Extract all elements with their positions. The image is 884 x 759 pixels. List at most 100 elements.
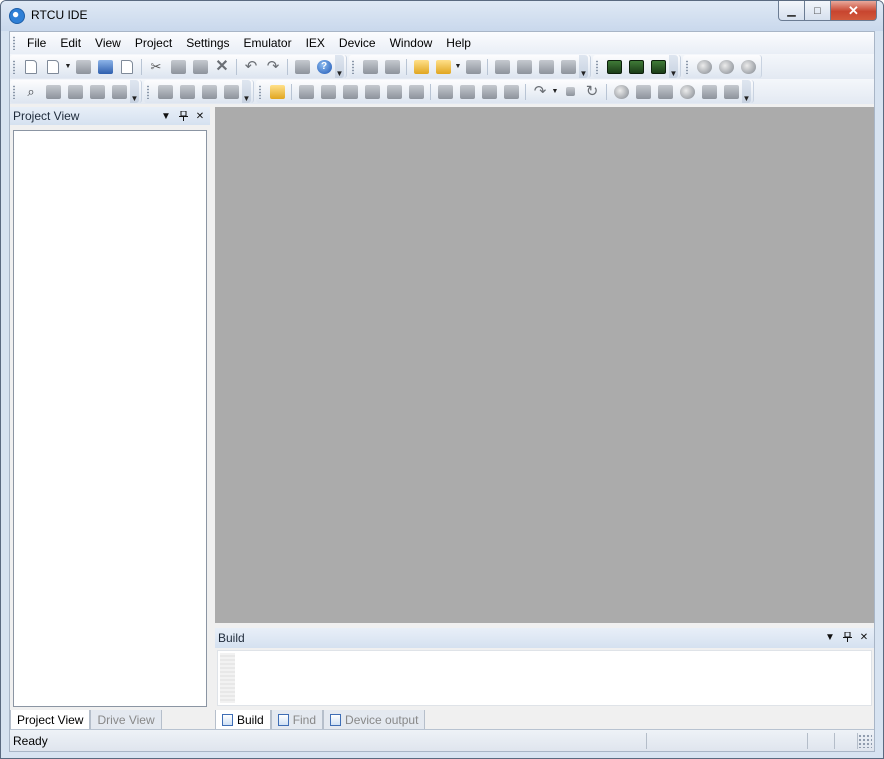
- tab-project-view[interactable]: Project View: [10, 710, 91, 731]
- cut-button[interactable]: ✂: [145, 57, 167, 77]
- toolbar-overflow-icon[interactable]: ▼: [669, 55, 678, 78]
- timer-button[interactable]: [693, 57, 715, 77]
- toolbar-overflow-icon[interactable]: ▼: [579, 55, 588, 78]
- find-in-files-button[interactable]: [86, 82, 108, 102]
- chevron-down-icon[interactable]: ▼: [64, 63, 72, 70]
- pin-icon[interactable]: [839, 629, 855, 645]
- register-button[interactable]: [339, 82, 361, 102]
- storage-button[interactable]: [654, 82, 676, 102]
- clock-button[interactable]: [610, 82, 632, 102]
- close-pane-icon[interactable]: ✕: [856, 629, 872, 645]
- save-button[interactable]: [72, 57, 94, 77]
- pane-menu-icon[interactable]: ▼: [822, 629, 838, 645]
- timer-settings-button[interactable]: [737, 57, 759, 77]
- bookmark-next-button[interactable]: [176, 82, 198, 102]
- tab-drive-view[interactable]: Drive View: [90, 710, 162, 730]
- menu-help[interactable]: Help: [439, 34, 478, 52]
- undo-button[interactable]: ↶: [240, 57, 262, 77]
- open-project-button[interactable]: [432, 57, 454, 77]
- build-output[interactable]: [217, 650, 872, 706]
- toolbar-grip-icon[interactable]: [685, 59, 689, 74]
- paste-button[interactable]: [189, 57, 211, 77]
- find-button[interactable]: ⌕: [20, 82, 42, 102]
- toolbar-overflow-icon[interactable]: ▼: [130, 80, 139, 103]
- close-button[interactable]: ✕: [831, 1, 877, 21]
- connect-button[interactable]: [513, 57, 535, 77]
- device-green-button[interactable]: [647, 57, 669, 77]
- io-button[interactable]: [500, 82, 522, 102]
- toolbar-overflow-icon[interactable]: ▼: [242, 80, 251, 103]
- toolbar-grip-icon[interactable]: [12, 84, 16, 99]
- variables-button[interactable]: [361, 82, 383, 102]
- open-external-button[interactable]: [116, 57, 138, 77]
- table-button[interactable]: [295, 82, 317, 102]
- stop-button[interactable]: [559, 82, 581, 102]
- step-button[interactable]: ↷: [529, 82, 551, 102]
- menu-file[interactable]: File: [20, 34, 53, 52]
- replace-button[interactable]: [108, 82, 130, 102]
- transfer-button[interactable]: [491, 57, 513, 77]
- print-button[interactable]: [291, 57, 313, 77]
- mail-button[interactable]: [535, 57, 557, 77]
- toolbar-grip-icon[interactable]: [146, 84, 150, 99]
- list-button[interactable]: [383, 82, 405, 102]
- sound-button[interactable]: [698, 82, 720, 102]
- help-button[interactable]: ?: [313, 57, 335, 77]
- menu-device[interactable]: Device: [332, 34, 383, 52]
- tab-find[interactable]: Find: [270, 710, 324, 730]
- tree-button[interactable]: [478, 82, 500, 102]
- toolbar-grip-icon[interactable]: [351, 59, 355, 74]
- lock-button[interactable]: [632, 82, 654, 102]
- toolbar-overflow-icon[interactable]: ▼: [742, 80, 751, 103]
- maximize-button[interactable]: □: [805, 1, 831, 21]
- tab-device-output[interactable]: Device output: [323, 710, 426, 730]
- copy-button[interactable]: [167, 57, 189, 77]
- menu-emulator[interactable]: Emulator: [237, 34, 299, 52]
- message-button[interactable]: [405, 82, 427, 102]
- toolbar-grip-icon[interactable]: [12, 59, 16, 74]
- project-tree[interactable]: [13, 130, 207, 707]
- save-all-button[interactable]: [94, 57, 116, 77]
- chevron-down-icon[interactable]: ▼: [551, 88, 559, 95]
- toolbar-grip-icon[interactable]: [258, 84, 262, 99]
- close-pane-icon[interactable]: ✕: [192, 108, 208, 124]
- rebuild-button[interactable]: [381, 57, 403, 77]
- pane-menu-icon[interactable]: ▼: [158, 108, 174, 124]
- bookmark-prev-button[interactable]: [198, 82, 220, 102]
- resize-grip-icon[interactable]: [858, 733, 872, 748]
- menu-project[interactable]: Project: [128, 34, 179, 52]
- new-file-button[interactable]: [20, 57, 42, 77]
- close-project-button[interactable]: [462, 57, 484, 77]
- toolbar-overflow-icon[interactable]: ▼: [335, 55, 344, 78]
- editor-area[interactable]: [215, 107, 874, 623]
- device-button[interactable]: [603, 57, 625, 77]
- menubar-grip-icon[interactable]: [12, 36, 16, 50]
- menu-view[interactable]: View: [88, 34, 128, 52]
- bookmark-button[interactable]: [154, 82, 176, 102]
- menu-iex[interactable]: IEX: [299, 34, 332, 52]
- restart-button[interactable]: ↻: [581, 82, 603, 102]
- emulator-run-button[interactable]: [266, 82, 288, 102]
- memory-button[interactable]: [317, 82, 339, 102]
- minimize-button[interactable]: ▁: [778, 1, 805, 21]
- find-prev-button[interactable]: [64, 82, 86, 102]
- bookmark-clear-button[interactable]: [220, 82, 242, 102]
- network-button[interactable]: [557, 57, 579, 77]
- device-alt-button[interactable]: [625, 57, 647, 77]
- menu-settings[interactable]: Settings: [179, 34, 236, 52]
- new-item-button[interactable]: [42, 57, 64, 77]
- gear-button[interactable]: [676, 82, 698, 102]
- display-button[interactable]: [720, 82, 742, 102]
- menu-window[interactable]: Window: [383, 34, 440, 52]
- chart-button[interactable]: [434, 82, 456, 102]
- find-next-button[interactable]: [42, 82, 64, 102]
- watch-button[interactable]: [456, 82, 478, 102]
- tab-build[interactable]: Build: [215, 710, 271, 731]
- chevron-down-icon[interactable]: ▼: [454, 63, 462, 70]
- delete-button[interactable]: ✕: [211, 57, 233, 77]
- timer-stop-button[interactable]: [715, 57, 737, 77]
- redo-button[interactable]: ↷: [262, 57, 284, 77]
- open-folder-button[interactable]: [410, 57, 432, 77]
- build-button[interactable]: [359, 57, 381, 77]
- toolbar-grip-icon[interactable]: [595, 59, 599, 74]
